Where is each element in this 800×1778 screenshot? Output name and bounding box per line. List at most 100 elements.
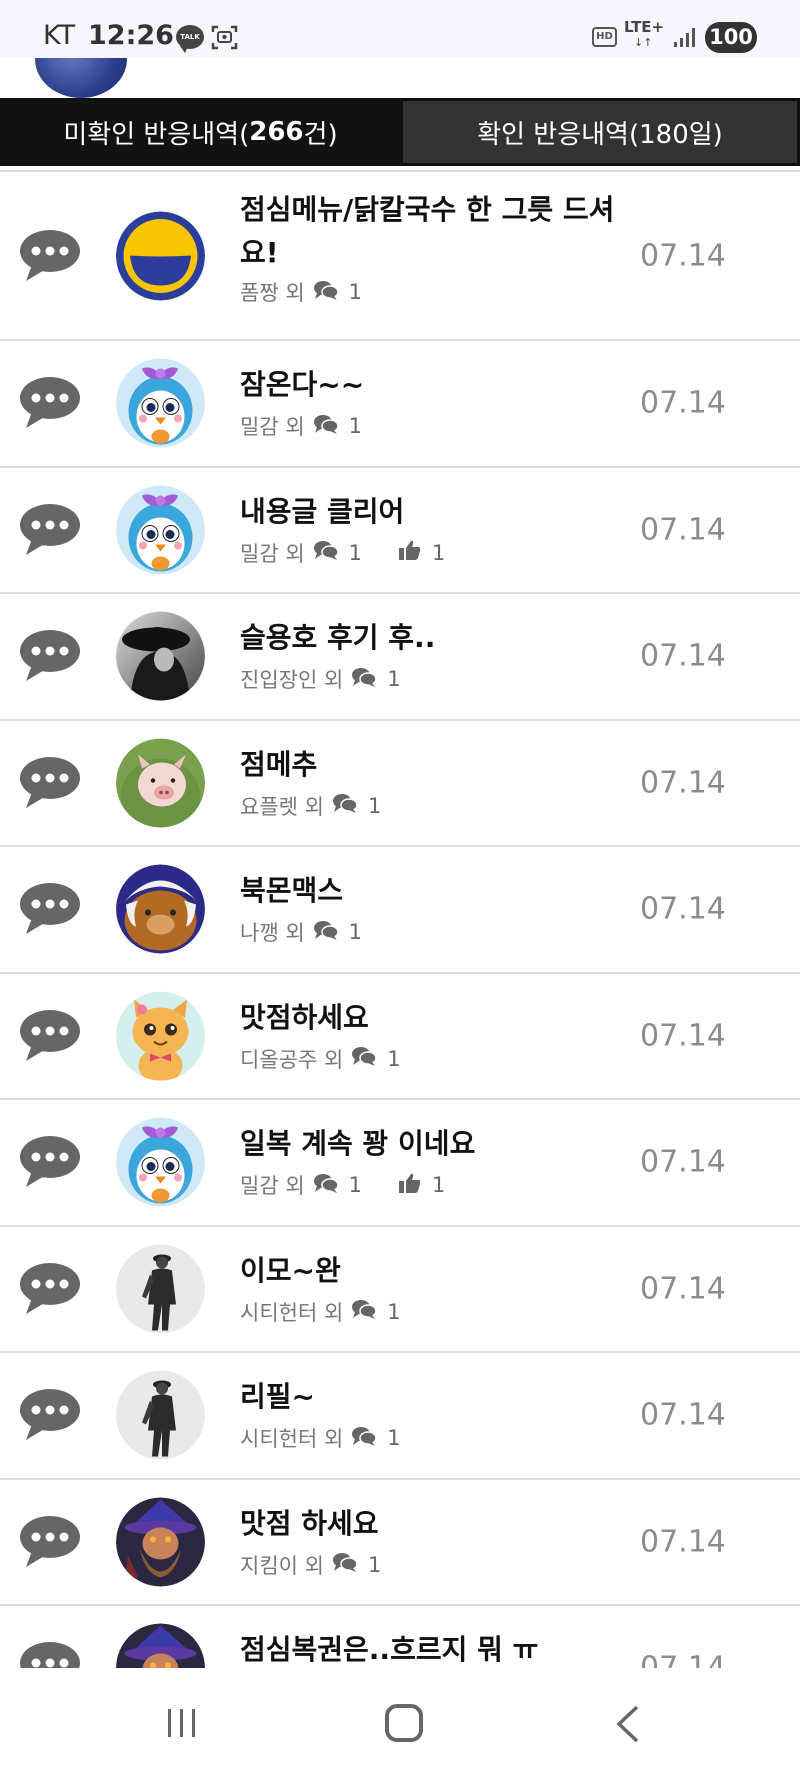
comments-icon <box>313 279 339 306</box>
tab-read-reactions[interactable]: 확인 반응내역(180일) <box>401 98 800 166</box>
reaction-list[interactable]: 점심메뉴/닭칼국수 한 그릇 드셔요! 폼짱 외 1 07.14 잠온다~~ 밀감 외 1 0… <box>0 170 800 1668</box>
chat-bubble-icon <box>18 1260 82 1318</box>
avatar[interactable] <box>116 738 205 828</box>
comments-icon <box>313 413 339 440</box>
reaction-date: 07.14 <box>640 638 726 674</box>
avatar[interactable] <box>116 485 205 575</box>
avatar[interactable] <box>116 864 205 954</box>
reaction-date: 07.14 <box>640 385 726 421</box>
comment-count: 1 <box>348 920 363 944</box>
reaction-author: 밀감 외 <box>240 541 305 566</box>
comment-count: 1 <box>387 1299 401 1324</box>
avatar[interactable] <box>116 611 205 701</box>
comments-icon <box>351 666 378 693</box>
chat-bubble-icon <box>18 1639 82 1668</box>
comments-icon <box>313 919 339 946</box>
reaction-title: 점심메뉴/닭칼국수 한 그릇 드셔요! <box>240 193 615 269</box>
back-icon[interactable] <box>613 1704 643 1744</box>
comments-icon <box>351 1425 378 1452</box>
reaction-row[interactable]: 잠온다~~ 밀감 외 1 07.14 <box>0 341 800 468</box>
reaction-author: 요플렛 외 <box>240 794 324 819</box>
reaction-tabs: 미확인 반응내역(266 건) 확인 반응내역(180일) <box>0 98 800 166</box>
reaction-date: 07.14 <box>640 1018 726 1054</box>
reaction-date: 07.14 <box>640 238 726 273</box>
chat-bubble-icon <box>18 501 82 559</box>
screenshot-icon <box>211 25 238 50</box>
reaction-row[interactable]: 내용글 클리어 밀감 외 1 1 07.14 <box>0 468 800 594</box>
reaction-title: 점메추 <box>240 747 318 781</box>
reaction-row[interactable]: 맛점하세요 디올공주 외 1 07.14 <box>0 974 800 1100</box>
chat-bubble-icon <box>18 227 82 285</box>
profile-header-peek <box>0 58 800 98</box>
avatar[interactable] <box>116 211 205 300</box>
recent-apps-icon[interactable] <box>165 1706 199 1740</box>
avatar[interactable] <box>116 1244 205 1334</box>
avatar[interactable] <box>116 1117 205 1207</box>
reaction-title: 리필~ <box>240 1380 315 1413</box>
talk-notification-icon: TALK <box>176 25 204 53</box>
reaction-meta: 밀감 외 1 1 <box>240 538 445 568</box>
reaction-row[interactable]: 북몬맥스나깽 외 1 07.14 <box>0 847 800 974</box>
hd-voice-icon: HD <box>592 27 617 47</box>
comments-icon <box>351 1298 378 1325</box>
reaction-author: 디올공주 외 <box>240 1047 344 1072</box>
avatar[interactable] <box>116 358 205 448</box>
comments-icon <box>313 539 339 566</box>
reaction-meta: 폼짱 외 1 <box>240 277 362 307</box>
reaction-title: 북몬맥스 <box>240 874 344 907</box>
comments-icon <box>351 1045 378 1072</box>
comments-icon <box>332 792 358 819</box>
avatar[interactable] <box>116 1623 205 1668</box>
tab-unread-reactions[interactable]: 미확인 반응내역(266 건) <box>0 98 401 166</box>
reaction-row[interactable]: 슬용호 후기 후.. 진입장인 외 1 07.14 <box>0 594 800 721</box>
avatar[interactable] <box>116 1497 205 1587</box>
signal-icon <box>674 28 695 47</box>
comment-count: 1 <box>367 793 382 818</box>
reaction-author: 진입장인 외 <box>240 668 344 692</box>
reaction-row[interactable]: 리필~ 시티헌터 외 1 07.14 <box>0 1353 800 1480</box>
status-bar: KT 12:26 TALK HD LTE+ ↓↑ 100 <box>0 0 800 58</box>
system-nav-bar <box>0 1668 800 1778</box>
reaction-date: 07.14 <box>640 1271 726 1307</box>
reaction-date: 07.14 <box>640 891 726 927</box>
reaction-row[interactable]: 이모~완 시티헌터 외 1 07.14 <box>0 1227 800 1353</box>
comments-icon <box>332 1551 358 1578</box>
reaction-author: 나깽 외 <box>240 921 305 945</box>
reaction-row[interactable]: 맛점 하세요 지킴이 외 1 07.14 <box>0 1480 800 1606</box>
chat-bubble-icon <box>18 1133 82 1191</box>
reaction-title: 일복 계속 꽝 이네요 <box>240 1127 476 1160</box>
reaction-title: 점심복권은..흐르지 뭐 ㅠ <box>240 1633 539 1666</box>
chat-bubble-icon <box>18 880 82 938</box>
comment-count: 1 <box>348 540 363 565</box>
comment-count: 1 <box>348 280 363 304</box>
reaction-meta: 시티헌터 외 1 <box>240 1423 401 1453</box>
comments-icon <box>313 1172 339 1199</box>
carrier-label: KT <box>43 20 76 51</box>
reaction-row[interactable]: 일복 계속 꽝 이네요 밀감 외 1 1 07.14 <box>0 1100 800 1227</box>
tab-unread-count: 266 <box>249 117 304 147</box>
tab-read-label: 확인 반응내역(180일) <box>477 119 723 150</box>
reaction-row[interactable]: 점심메뉴/닭칼국수 한 그릇 드셔요! 폼짱 외 1 07.14 <box>0 172 800 341</box>
reaction-meta: 지킴이 외 1 <box>240 1550 381 1580</box>
chat-bubble-icon <box>18 754 82 812</box>
profile-avatar[interactable] <box>35 58 127 98</box>
reaction-title: 맛점 하세요 <box>240 1506 379 1540</box>
comment-count: 1 <box>348 414 363 438</box>
reaction-meta: 밀감 외 1 <box>240 411 362 441</box>
reaction-row[interactable]: 점심복권은..흐르지 뭐 ㅠ 07.14 <box>0 1606 800 1668</box>
reaction-meta: 나깽 외 1 <box>240 917 362 947</box>
reaction-row[interactable]: 점메추 요플렛 외 1 07.14 <box>0 721 800 847</box>
reaction-meta: 시티헌터 외 1 <box>240 1297 401 1327</box>
thumbs-up-icon <box>398 1172 422 1199</box>
battery-indicator: 100 <box>705 22 757 53</box>
reaction-meta: 밀감 외 1 1 <box>240 1170 445 1200</box>
avatar[interactable] <box>116 1370 205 1460</box>
reaction-meta: 디올공주 외 1 <box>240 1044 401 1074</box>
tab-unread-prefix: 미확인 반응내역( <box>63 119 250 150</box>
reaction-date: 07.14 <box>640 512 726 548</box>
home-icon[interactable] <box>385 1704 423 1742</box>
reaction-date: 07.14 <box>640 1397 726 1433</box>
reaction-author: 밀감 외 <box>240 415 305 439</box>
avatar[interactable] <box>116 991 205 1081</box>
comment-count: 1 <box>387 1046 401 1071</box>
